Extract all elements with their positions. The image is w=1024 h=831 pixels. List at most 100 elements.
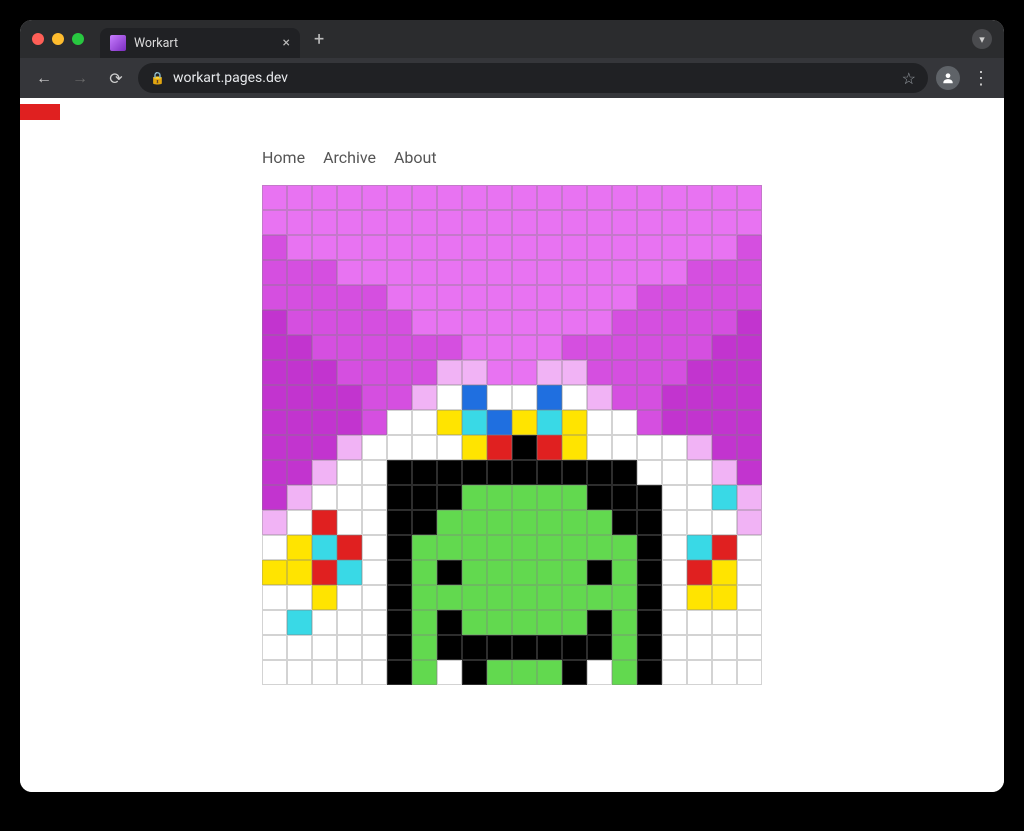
pixel-cell <box>712 560 737 585</box>
pixel-cell <box>612 210 637 235</box>
pixel-cell <box>462 585 487 610</box>
site-nav: Home Archive About <box>262 148 762 167</box>
kebab-menu-button[interactable]: ⋮ <box>968 68 994 89</box>
pixel-cell <box>687 460 712 485</box>
pixel-cell <box>562 610 587 635</box>
tab-title: Workart <box>134 36 275 51</box>
pixel-cell <box>387 185 412 210</box>
pixel-cell <box>387 485 412 510</box>
address-bar[interactable]: 🔒 workart.pages.dev ☆ <box>138 63 928 93</box>
nav-link-about[interactable]: About <box>394 148 437 167</box>
pixel-cell <box>562 185 587 210</box>
pixel-cell <box>362 260 387 285</box>
pixel-cell <box>312 260 337 285</box>
pixel-cell <box>337 385 362 410</box>
pixel-cell <box>612 235 637 260</box>
pixel-cell <box>537 310 562 335</box>
pixel-cell <box>462 435 487 460</box>
pixel-cell <box>537 460 562 485</box>
pixel-cell <box>362 635 387 660</box>
pixel-cell <box>612 385 637 410</box>
pixel-cell <box>637 510 662 535</box>
pixel-cell <box>737 410 762 435</box>
pixel-cell <box>687 285 712 310</box>
pixel-cell <box>437 510 462 535</box>
maximize-window-button[interactable] <box>72 33 84 45</box>
pixel-cell <box>587 285 612 310</box>
pixel-cell <box>712 510 737 535</box>
pixel-cell <box>262 435 287 460</box>
pixel-cell <box>462 235 487 260</box>
pixel-cell <box>537 510 562 535</box>
pixel-cell <box>337 535 362 560</box>
pixel-cell <box>362 510 387 535</box>
pixel-cell <box>337 285 362 310</box>
profile-avatar-button[interactable] <box>936 66 960 90</box>
pixel-cell <box>337 335 362 360</box>
new-tab-button[interactable]: + <box>308 29 330 50</box>
browser-tab[interactable]: Workart × <box>100 28 300 58</box>
pixel-cell <box>312 610 337 635</box>
pixel-cell <box>637 610 662 635</box>
pixel-cell <box>512 360 537 385</box>
pixel-cell <box>662 460 687 485</box>
pixel-cell <box>387 260 412 285</box>
nav-link-home[interactable]: Home <box>262 148 305 167</box>
pixel-cell <box>312 185 337 210</box>
chevron-down-icon[interactable]: ▾ <box>972 29 992 49</box>
pixel-cell <box>737 185 762 210</box>
pixel-cell <box>312 235 337 260</box>
pixel-cell <box>362 560 387 585</box>
nav-link-archive[interactable]: Archive <box>323 148 376 167</box>
pixel-cell <box>612 560 637 585</box>
pixel-cell <box>537 410 562 435</box>
pixel-cell <box>562 210 587 235</box>
minimize-window-button[interactable] <box>52 33 64 45</box>
pixel-cell <box>562 435 587 460</box>
pixel-cell <box>287 310 312 335</box>
pixel-cell <box>437 660 462 685</box>
pixel-cell <box>462 610 487 635</box>
pixel-cell <box>412 185 437 210</box>
pixel-cell <box>687 360 712 385</box>
pixel-cell <box>287 360 312 385</box>
pixel-cell <box>362 310 387 335</box>
back-button[interactable]: ← <box>30 64 58 92</box>
pixel-cell <box>487 335 512 360</box>
close-window-button[interactable] <box>32 33 44 45</box>
pixel-cell <box>387 585 412 610</box>
pixel-cell <box>437 535 462 560</box>
pixel-cell <box>687 560 712 585</box>
pixel-cell <box>562 360 587 385</box>
pixel-cell <box>712 585 737 610</box>
pixel-cell <box>437 635 462 660</box>
pixel-cell <box>712 210 737 235</box>
pixel-cell <box>487 410 512 435</box>
pixel-cell <box>712 635 737 660</box>
pixel-cell <box>337 585 362 610</box>
pixel-cell <box>662 260 687 285</box>
close-tab-button[interactable]: × <box>283 36 290 50</box>
pixel-cell <box>562 410 587 435</box>
bookmark-star-icon[interactable]: ☆ <box>902 69 916 88</box>
pixel-cell <box>462 285 487 310</box>
pixel-cell <box>362 385 387 410</box>
pixel-cell <box>612 285 637 310</box>
pixel-cell <box>587 560 612 585</box>
pixel-cell <box>662 310 687 335</box>
pixel-cell <box>637 235 662 260</box>
pixel-cell <box>662 285 687 310</box>
pixel-cell <box>387 210 412 235</box>
pixel-cell <box>712 660 737 685</box>
pixel-cell <box>687 485 712 510</box>
pixel-cell <box>312 360 337 385</box>
pixel-cell <box>537 185 562 210</box>
pixel-cell <box>662 510 687 535</box>
pixel-cell <box>737 560 762 585</box>
pixel-cell <box>512 460 537 485</box>
pixel-cell <box>337 435 362 460</box>
pixel-cell <box>412 560 437 585</box>
reload-button[interactable]: ⟳ <box>102 64 130 92</box>
pixel-cell <box>612 635 637 660</box>
pixel-cell <box>362 610 387 635</box>
